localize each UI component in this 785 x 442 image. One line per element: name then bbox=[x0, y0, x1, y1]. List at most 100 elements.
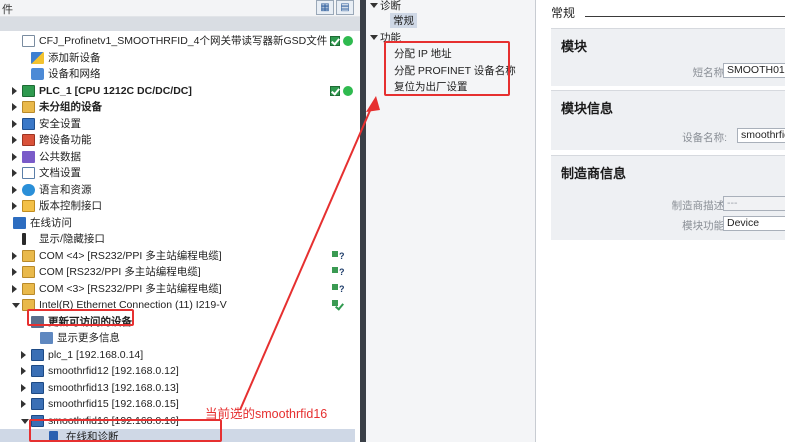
collapsed-icon[interactable] bbox=[12, 169, 17, 177]
collapsed-icon[interactable] bbox=[12, 268, 17, 276]
collapsed-icon[interactable] bbox=[21, 383, 26, 392]
tree-row-label: COM [RS232/PPI 多主站编程电缆] bbox=[39, 266, 201, 278]
tree-row[interactable]: 显示/隐藏接口 bbox=[0, 231, 355, 248]
plc-icon bbox=[22, 84, 35, 97]
collapsed-icon[interactable] bbox=[12, 185, 17, 194]
group-module-info: 模块信息 设备名称: smoothrfid16 bbox=[551, 90, 785, 150]
short-name-field[interactable]: SMOOTH01 bbox=[723, 63, 785, 78]
module-function-label: 模块功能: bbox=[682, 220, 727, 232]
online-status-icon bbox=[343, 85, 353, 96]
tree-row[interactable]: 未分组的设备 bbox=[0, 99, 355, 116]
tree-row[interactable]: 更新可访问的设备 bbox=[0, 314, 355, 331]
tree-row[interactable]: 添加新设备 bbox=[0, 50, 355, 67]
device-name-label: 设备名称: bbox=[682, 132, 727, 144]
tree-row[interactable]: 公共数据 bbox=[0, 149, 355, 166]
tree-row[interactable]: COM <4> [RS232/PPI 多主站编程电缆]? bbox=[0, 248, 355, 265]
tree-add-button[interactable]: ▤ bbox=[336, 0, 354, 15]
collapsed-icon[interactable] bbox=[21, 350, 26, 359]
nav-section-diagnostics[interactable]: 诊断 bbox=[380, 0, 401, 13]
collapsed-icon[interactable] bbox=[12, 136, 17, 144]
tree-row[interactable]: Intel(R) Ethernet Connection (11) I219-V bbox=[0, 297, 355, 314]
section-expand-icon[interactable] bbox=[370, 3, 378, 8]
tree-row-label: Intel(R) Ethernet Connection (11) I219-V bbox=[39, 299, 227, 311]
tree-row-label: smoothrfid12 [192.168.0.12] bbox=[48, 365, 179, 377]
tree-row-label: CFJ_Profinetv1_SMOOTHRFID_4个网关带读写器新GSD文件 bbox=[39, 35, 328, 47]
device-name-field[interactable]: smoothrfid16 bbox=[737, 128, 785, 143]
tree-row[interactable]: 版本控制接口 bbox=[0, 198, 355, 215]
nav-section-functions[interactable]: 功能 bbox=[380, 30, 401, 45]
tree-row[interactable]: 设备和网络 bbox=[0, 66, 355, 83]
collapsed-icon[interactable] bbox=[12, 119, 17, 128]
tree-row[interactable]: smoothrfid12 [192.168.0.12] bbox=[0, 363, 355, 380]
tree-row[interactable]: 在线访问 bbox=[0, 215, 355, 232]
section-title-general: 常规 bbox=[551, 6, 576, 20]
grid-view-icon: ▦ bbox=[320, 2, 330, 13]
tree-row[interactable]: COM <3> [RS232/PPI 多主站编程电缆]? bbox=[0, 281, 355, 298]
tree-row-label: 添加新设备 bbox=[48, 51, 101, 64]
tree-row-label: smoothrfid15 [192.168.0.15] bbox=[48, 398, 179, 410]
language-icon bbox=[22, 183, 35, 196]
project-tree-title: 件 bbox=[2, 4, 13, 16]
tree-row-label: 设备和网络 bbox=[48, 68, 101, 80]
tree-row[interactable]: CFJ_Profinetv1_SMOOTHRFID_4个网关带读写器新GSD文件 bbox=[0, 33, 355, 50]
tree-row-label: smoothrfid13 [192.168.0.13] bbox=[48, 381, 179, 394]
tree-row[interactable]: 显示更多信息 bbox=[0, 330, 355, 347]
tree-row-label: 在线和诊断 bbox=[66, 431, 119, 442]
collapsed-icon[interactable] bbox=[21, 400, 26, 408]
tree-row[interactable]: smoothrfid13 [192.168.0.13] bbox=[0, 380, 355, 397]
com-icon bbox=[22, 282, 35, 295]
nav-item-general[interactable]: 常规 bbox=[390, 13, 417, 28]
tree-row-label: 文档设置 bbox=[39, 167, 81, 179]
collapsed-icon[interactable] bbox=[21, 367, 26, 375]
properties-navigation: 诊断 常规 功能 分配 IP 地址 分配 PROFINET 设备名称 复位为出厂… bbox=[366, 0, 536, 442]
module-function-field[interactable]: Device bbox=[723, 216, 785, 231]
tree-row-label: 跨设备功能 bbox=[39, 134, 92, 146]
collapsed-icon[interactable] bbox=[12, 86, 17, 95]
tree-row[interactable]: 安全设置 bbox=[0, 116, 355, 133]
tree-row[interactable]: 文档设置 bbox=[0, 165, 355, 182]
group-module: 模块 短名称: SMOOTH01 bbox=[551, 28, 785, 86]
tree-row-label: 更新可访问的设备 bbox=[48, 315, 132, 328]
status-ok-icon bbox=[330, 85, 340, 96]
collapsed-icon[interactable] bbox=[12, 152, 17, 161]
project-tree-panel: 件 ▦ ▤ CFJ_Profinetv1_SMOOTHRFID_4个网关带读写器… bbox=[0, 0, 360, 442]
tree-row[interactable]: 跨设备功能 bbox=[0, 132, 355, 149]
tree-row[interactable]: plc_1 [192.168.0.14] bbox=[0, 347, 355, 364]
diagnostics-icon bbox=[49, 431, 58, 442]
tree-row[interactable]: COM [RS232/PPI 多主站编程电缆]? bbox=[0, 264, 355, 281]
collapsed-icon[interactable] bbox=[12, 202, 17, 210]
tree-row[interactable]: 在线和诊断 bbox=[0, 429, 355, 442]
com-icon bbox=[22, 266, 35, 278]
tree-row-label: 安全设置 bbox=[39, 117, 81, 130]
add-view-icon: ▤ bbox=[340, 2, 350, 13]
expanded-icon[interactable] bbox=[21, 418, 29, 424]
cross-device-icon bbox=[22, 134, 35, 146]
tree-view-button[interactable]: ▦ bbox=[316, 0, 334, 15]
tree-row[interactable]: 语言和资源 bbox=[0, 182, 355, 199]
section-expand-icon[interactable] bbox=[370, 35, 378, 40]
device-icon bbox=[31, 365, 44, 377]
tree-header-band bbox=[0, 17, 360, 31]
project-icon bbox=[22, 35, 35, 47]
collapsed-icon[interactable] bbox=[12, 251, 17, 260]
nav-item-assign-ip[interactable]: 分配 IP 地址 bbox=[394, 46, 452, 61]
collapsed-icon[interactable] bbox=[12, 284, 17, 293]
online-access-icon bbox=[13, 216, 26, 229]
tree-row-label: plc_1 [192.168.0.14] bbox=[48, 348, 144, 361]
project-tree-toolbar: 件 ▦ ▤ bbox=[0, 0, 360, 17]
short-name-label: 短名称: bbox=[692, 67, 727, 79]
group-manufacturer-info: 制造商信息 制造商描述: --- 模块功能: Device bbox=[551, 155, 785, 240]
common-data-icon bbox=[22, 150, 35, 163]
nav-item-assign-profinet-name[interactable]: 分配 PROFINET 设备名称 bbox=[394, 63, 516, 78]
tree-row-label: COM <4> [RS232/PPI 多主站编程电缆] bbox=[39, 249, 222, 262]
connected-status-icon bbox=[332, 299, 344, 311]
nav-item-factory-reset[interactable]: 复位为出厂设置 bbox=[394, 79, 468, 94]
expanded-icon[interactable] bbox=[12, 303, 20, 308]
tree-row[interactable]: PLC_1 [CPU 1212C DC/DC/DC] bbox=[0, 83, 355, 100]
tree-row-label: PLC_1 [CPU 1212C DC/DC/DC] bbox=[39, 84, 192, 97]
add-device-icon bbox=[31, 51, 44, 64]
network-icon bbox=[31, 68, 44, 80]
annotation-label: 当前选的smoothrfid16 bbox=[205, 407, 328, 421]
status-ok-icon bbox=[330, 36, 340, 46]
collapsed-icon[interactable] bbox=[12, 103, 17, 111]
